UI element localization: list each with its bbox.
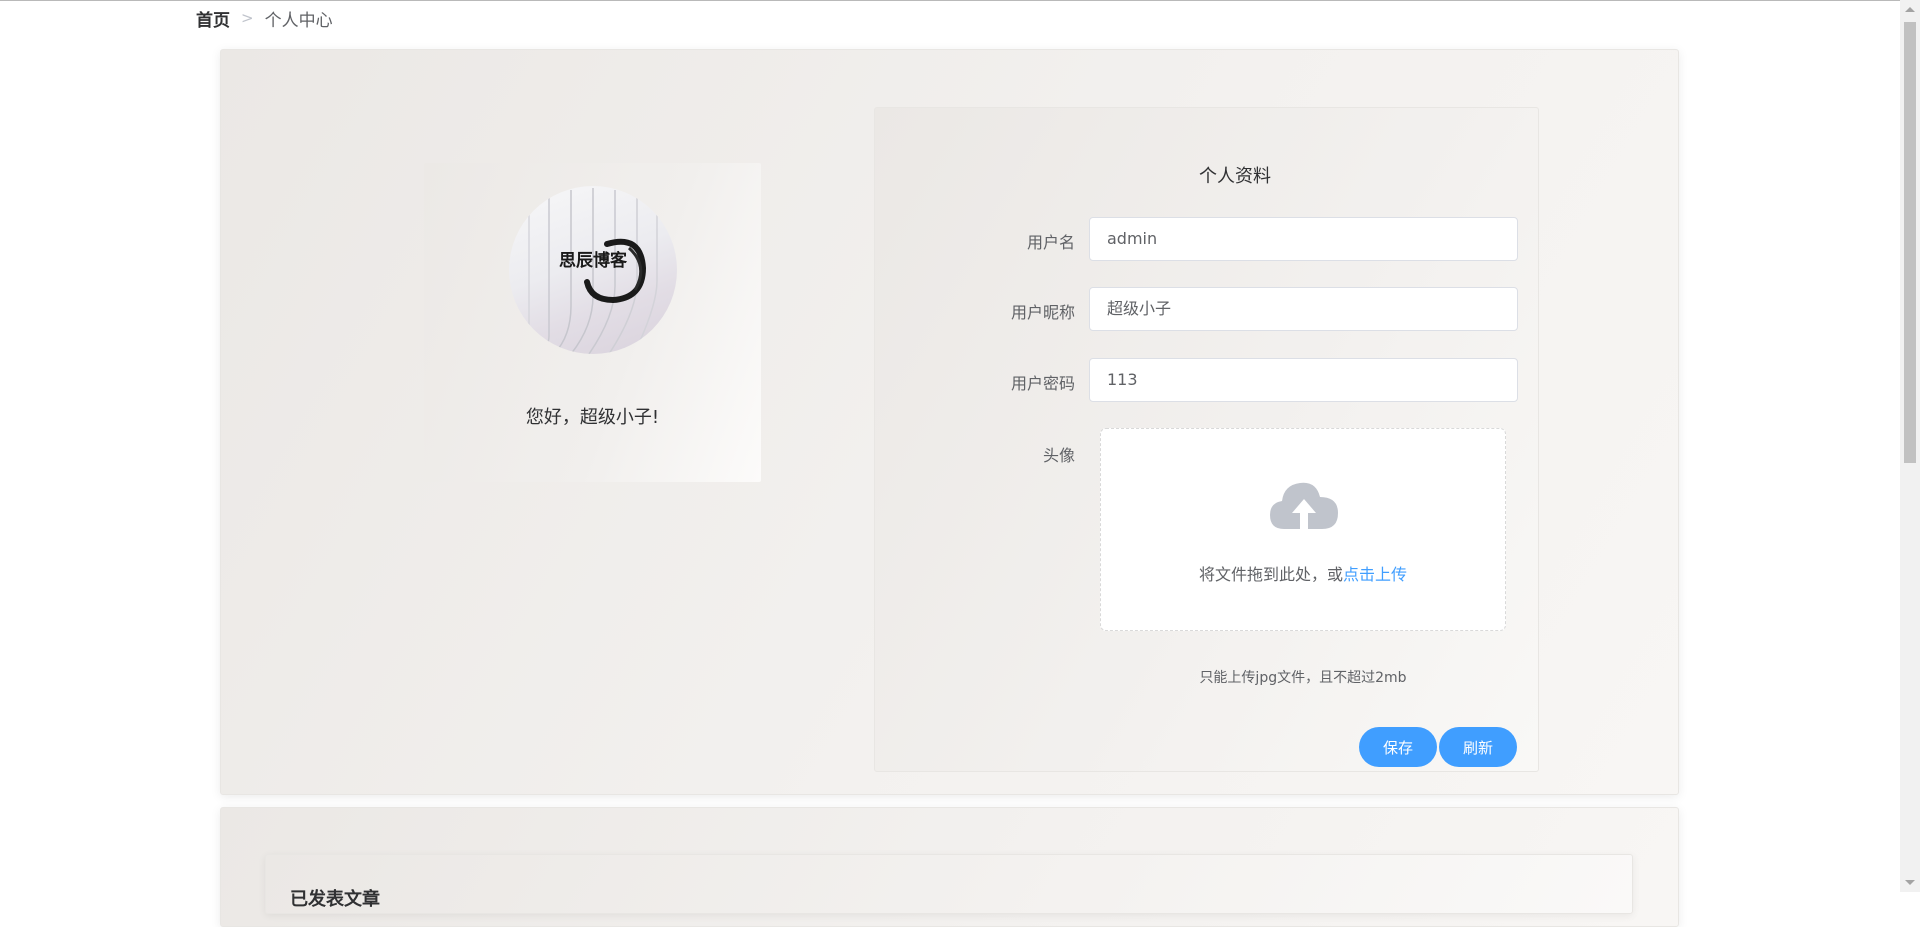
profile-summary: 思辰博客 您好，超级小子!: [424, 163, 761, 482]
breadcrumb-separator-icon: >: [241, 9, 254, 27]
nickname-input[interactable]: 超级小子: [1089, 287, 1518, 331]
upload-tip: 只能上传jpg文件，且不超过2mb: [1199, 670, 1407, 686]
avatar: 思辰博客: [509, 186, 677, 354]
username-label: 用户名: [1026, 233, 1075, 252]
breadcrumb-home[interactable]: 首页: [196, 6, 230, 31]
password-label: 用户密码: [1010, 374, 1075, 393]
avatar-label: 头像: [1042, 446, 1075, 465]
save-button[interactable]: 保存: [1359, 727, 1437, 767]
articles-panel: 已发表文章: [265, 854, 1633, 914]
upload-hint: 将文件拖到此处，或: [1198, 565, 1343, 584]
upload-dropzone[interactable]: 将文件拖到此处，或点击上传: [1100, 428, 1506, 631]
cloud-upload-icon: [1270, 482, 1338, 529]
upload-text: 将文件拖到此处，或点击上传: [1101, 561, 1505, 585]
articles-title: 已发表文章: [290, 889, 380, 910]
avatar-image: 思辰博客: [528, 188, 658, 354]
password-input[interactable]: 113: [1089, 358, 1518, 402]
nickname-label: 用户昵称: [1010, 303, 1075, 322]
form-title: 个人资料: [1199, 166, 1271, 187]
scroll-down-icon[interactable]: [1905, 880, 1915, 885]
refresh-button[interactable]: 刷新: [1439, 727, 1517, 767]
avatar-logo-text: 思辰博客: [559, 250, 628, 271]
username-input[interactable]: admin: [1089, 217, 1518, 261]
breadcrumb: 首页 > 个人中心: [196, 6, 333, 31]
profile-form: 个人资料 用户名 admin 用户昵称 超级小子 用户密码 113 头像 将文件…: [874, 107, 1539, 772]
page-scrollbar[interactable]: [1900, 0, 1920, 892]
upload-link[interactable]: 点击上传: [1343, 565, 1407, 584]
scroll-up-icon[interactable]: [1905, 7, 1915, 12]
scroll-thumb[interactable]: [1904, 22, 1916, 463]
greeting-text: 您好，超级小子!: [525, 407, 660, 428]
breadcrumb-current: 个人中心: [264, 10, 333, 31]
top-border: [0, 0, 1900, 1]
